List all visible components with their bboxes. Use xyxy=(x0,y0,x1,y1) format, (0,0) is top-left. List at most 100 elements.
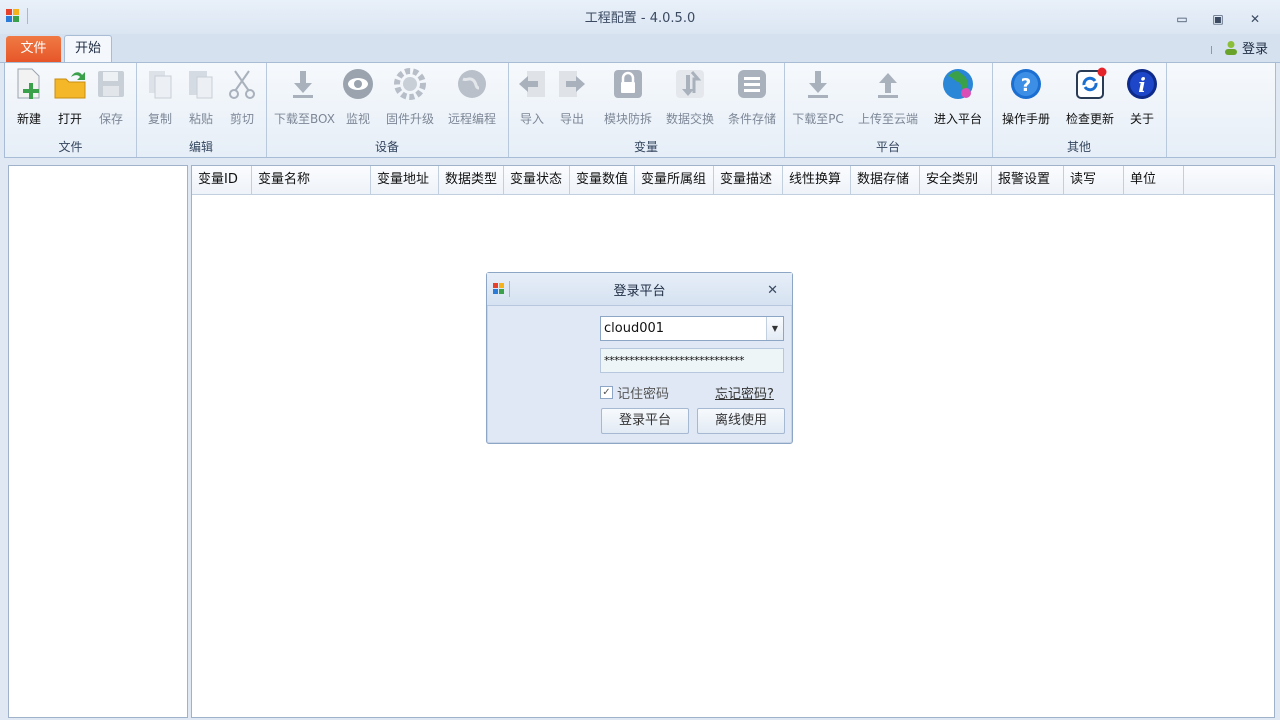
module-tamper-label: 模块防拆 xyxy=(603,112,652,126)
about-label: 关于 xyxy=(1129,112,1154,126)
group-other-label: 其他 xyxy=(1066,140,1091,154)
paste-button[interactable]: 粘贴 xyxy=(183,67,219,129)
enter-platform-button[interactable]: 进入平台 xyxy=(930,67,986,129)
check-update-label: 检查更新 xyxy=(1065,112,1114,126)
new-label: 新建 xyxy=(16,112,41,126)
exchange-icon xyxy=(673,67,707,101)
column-header[interactable]: 变量所属组 xyxy=(635,166,714,194)
user-icon xyxy=(1224,40,1237,55)
password-field[interactable]: **************************** xyxy=(600,348,784,373)
firmware-upgrade-button[interactable]: 固件升级 xyxy=(382,67,438,129)
paste-icon xyxy=(184,67,218,101)
column-header[interactable]: 变量描述 xyxy=(714,166,783,194)
remember-password-label: 记住密码 xyxy=(617,387,670,402)
gear-icon xyxy=(393,67,427,101)
cut-button[interactable]: 剪切 xyxy=(224,67,260,129)
close-button[interactable]: ✕ xyxy=(1245,11,1265,27)
login-platform-button[interactable]: 登录平台 xyxy=(601,408,689,434)
column-header[interactable]: 安全类别 xyxy=(920,166,992,194)
login-link[interactable]: 登录 xyxy=(1224,38,1268,57)
group-device-label: 设备 xyxy=(374,140,399,154)
column-header[interactable]: 数据类型 xyxy=(439,166,504,194)
dialog-title: 登录平台 xyxy=(613,284,666,299)
svg-text:i: i xyxy=(1138,73,1146,97)
project-tree-pane[interactable] xyxy=(8,165,188,718)
download-arrow-icon xyxy=(801,67,835,101)
chevron-down-icon[interactable]: ▼ xyxy=(766,317,783,340)
download-to-pc-label: 下载至PC xyxy=(792,112,844,126)
login-dialog: 登录平台 ✕ cloud001 ▼ **********************… xyxy=(486,272,793,444)
group-platform-label: 平台 xyxy=(875,140,900,154)
column-header[interactable]: 单位 xyxy=(1124,166,1184,194)
save-button[interactable]: 保存 xyxy=(93,67,129,129)
download-to-pc-button[interactable]: 下载至PC xyxy=(790,67,846,129)
new-button[interactable]: 新建 xyxy=(11,67,47,129)
info-icon: i xyxy=(1125,67,1159,101)
upload-to-cloud-button[interactable]: 上传至云端 xyxy=(856,67,920,129)
cut-label: 剪切 xyxy=(229,112,254,126)
login-separator xyxy=(1211,46,1212,54)
eye-icon xyxy=(341,67,375,101)
remember-password-checkbox[interactable]: ✓ 记住密码 xyxy=(600,383,669,402)
svg-text:?: ? xyxy=(1021,75,1031,96)
column-header[interactable]: 变量名称 xyxy=(252,166,371,194)
help-icon: ? xyxy=(1009,67,1043,101)
column-header[interactable]: 线性换算 xyxy=(783,166,851,194)
download-to-box-button[interactable]: 下载至BOX xyxy=(274,67,335,129)
module-tamper-button[interactable]: 模块防拆 xyxy=(600,67,656,129)
close-icon[interactable]: ✕ xyxy=(767,283,778,298)
lock-icon xyxy=(611,67,645,101)
tab-start[interactable]: 开始 xyxy=(64,35,112,63)
group-edit-label: 编辑 xyxy=(188,140,213,154)
import-label: 导入 xyxy=(519,112,544,126)
download-arrow-icon xyxy=(286,67,320,101)
data-exchange-button[interactable]: 数据交换 xyxy=(662,67,718,129)
column-header[interactable]: 数据存储 xyxy=(851,166,920,194)
dialog-title-bar: 登录平台 ✕ xyxy=(487,273,792,306)
refresh-icon xyxy=(1073,67,1107,101)
conditional-storage-button[interactable]: 条件存储 xyxy=(724,67,780,129)
save-label: 保存 xyxy=(98,112,123,126)
open-button[interactable]: 打开 xyxy=(52,67,88,129)
upload-arrow-icon xyxy=(871,67,905,101)
copy-label: 复制 xyxy=(147,112,172,126)
check-update-button[interactable]: 检查更新 xyxy=(1062,67,1118,129)
offline-use-button[interactable]: 离线使用 xyxy=(697,408,785,434)
column-header[interactable]: 变量数值 xyxy=(570,166,635,194)
column-header[interactable]: 变量ID xyxy=(192,166,252,194)
about-button[interactable]: i 关于 xyxy=(1124,67,1160,129)
import-button[interactable]: 导入 xyxy=(514,67,550,129)
export-arrow-icon xyxy=(555,67,589,101)
monitor-label: 监视 xyxy=(345,112,370,126)
earth-icon xyxy=(941,67,975,101)
group-edit: 复制 粘贴 剪切 编辑 xyxy=(136,63,267,157)
conditional-storage-label: 条件存储 xyxy=(727,112,776,126)
username-combobox[interactable]: cloud001 ▼ xyxy=(600,316,784,341)
paste-label: 粘贴 xyxy=(188,112,213,126)
copy-button[interactable]: 复制 xyxy=(142,67,178,129)
remote-programming-button[interactable]: 远程编程 xyxy=(444,67,500,129)
download-to-box-label: 下载至BOX xyxy=(274,112,335,126)
column-header[interactable]: 读写 xyxy=(1064,166,1124,194)
enter-platform-label: 进入平台 xyxy=(933,112,982,126)
group-variable: 导入 导出 模块防拆 数据交换 条件存储 变量 xyxy=(508,63,785,157)
save-disk-icon xyxy=(94,67,128,101)
monitor-button[interactable]: 监视 xyxy=(340,67,376,129)
restore-button[interactable]: ▣ xyxy=(1208,11,1228,27)
scissors-icon xyxy=(225,67,259,101)
manual-button[interactable]: ? 操作手册 xyxy=(998,67,1054,129)
tab-file[interactable]: 文件 xyxy=(6,36,61,62)
export-label: 导出 xyxy=(559,112,584,126)
group-file-label: 文件 xyxy=(58,140,83,154)
remote-programming-label: 远程编程 xyxy=(447,112,496,126)
export-button[interactable]: 导出 xyxy=(554,67,590,129)
open-folder-icon xyxy=(53,67,87,101)
forgot-password-link[interactable]: 忘记密码? xyxy=(715,383,774,402)
copy-icon xyxy=(143,67,177,101)
ribbon-tab-row: 文件 开始 登录 xyxy=(0,34,1280,63)
checkbox-check[interactable]: ✓ xyxy=(600,386,613,399)
column-header[interactable]: 报警设置 xyxy=(992,166,1064,194)
column-header[interactable]: 变量地址 xyxy=(371,166,439,194)
minimize-button[interactable]: ▭ xyxy=(1172,11,1192,27)
column-header[interactable]: 变量状态 xyxy=(504,166,570,194)
